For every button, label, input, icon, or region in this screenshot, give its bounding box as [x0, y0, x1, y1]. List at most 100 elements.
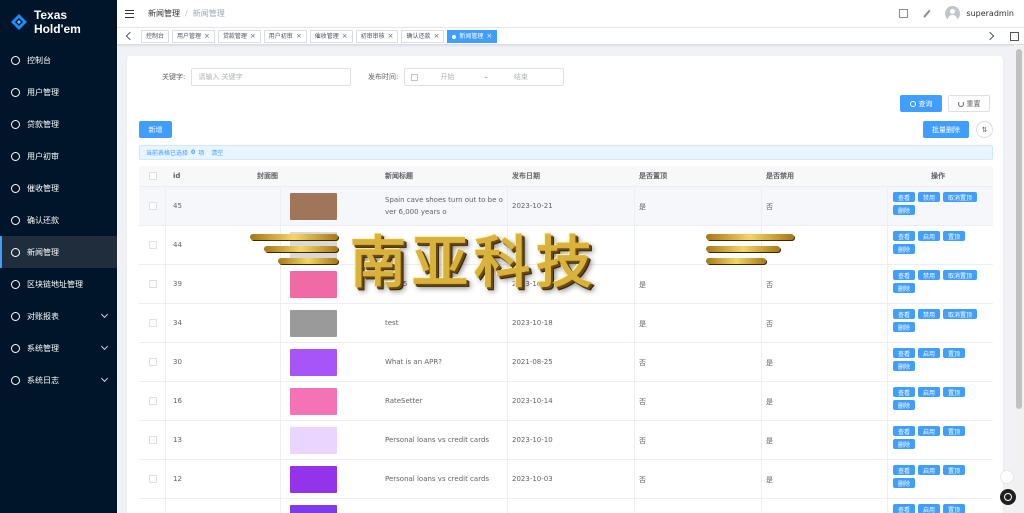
action-button[interactable]: 禁用 [918, 192, 941, 202]
breadcrumb-item[interactable]: 新闻管理 [148, 9, 180, 18]
action-button[interactable]: 删除 [893, 244, 916, 254]
close-icon[interactable]: × [486, 31, 492, 42]
keyword-placeholder: 请输入 关键字 [198, 73, 243, 81]
action-button[interactable]: 禁用 [918, 270, 941, 280]
select-all-checkbox[interactable] [149, 172, 157, 180]
blockchain-icon [11, 279, 20, 289]
action-button[interactable]: 删除 [893, 478, 916, 488]
sidebar-item[interactable]: 催收管理 [0, 172, 117, 204]
row-actions: 查看 启用 置顶删除 [893, 231, 983, 254]
action-button[interactable]: 查看 [893, 192, 916, 202]
row-checkbox[interactable] [149, 241, 157, 249]
query-button[interactable]: 查询 [900, 95, 942, 112]
action-button[interactable]: 启用 [918, 387, 941, 397]
action-button[interactable]: 置顶 [943, 387, 966, 397]
avatar[interactable] [945, 6, 961, 21]
action-button[interactable]: 查看 [893, 309, 916, 319]
action-button[interactable]: 删除 [893, 283, 916, 293]
tab-tag[interactable]: 初审审核 × [355, 30, 399, 43]
action-button[interactable]: 查看 [893, 504, 916, 513]
row-checkbox[interactable] [149, 475, 157, 483]
watermark: 南亚科技 [246, 218, 798, 296]
pin-icon[interactable] [922, 9, 931, 18]
sidebar-item[interactable]: 新闻管理 [0, 236, 117, 268]
tab-tag[interactable]: 催收管理 × [309, 30, 353, 43]
action-button[interactable]: 启用 [918, 426, 941, 436]
row-checkbox[interactable] [149, 397, 157, 405]
float-help-icon[interactable] [1000, 470, 1014, 484]
row-checkbox[interactable] [149, 280, 157, 288]
hamburger-icon[interactable] [125, 9, 134, 18]
column-settings-button[interactable]: ⇅ [976, 121, 993, 138]
action-button[interactable]: 查看 [893, 348, 916, 358]
action-button[interactable]: 查看 [893, 387, 916, 397]
tab-tag[interactable]: 贷款管理 × [217, 30, 261, 43]
action-button[interactable]: 置顶 [943, 504, 966, 513]
row-checkbox[interactable] [149, 436, 157, 444]
action-button[interactable]: 删除 [893, 361, 916, 371]
action-button[interactable]: 取消置顶 [943, 192, 978, 202]
tab-tag[interactable]: 用户初审 × [263, 30, 307, 43]
close-icon[interactable]: × [296, 31, 302, 42]
row-checkbox[interactable] [149, 358, 157, 366]
clear-selection-link[interactable]: 清空 [211, 148, 223, 157]
action-button[interactable]: 删除 [893, 322, 916, 332]
action-button[interactable]: 禁用 [918, 309, 941, 319]
float-settings-icon[interactable] [1000, 489, 1016, 505]
sidebar-item[interactable]: 用户管理 [0, 76, 117, 108]
reset-button[interactable]: 重置 [948, 95, 990, 112]
user-name[interactable]: superadmin [966, 9, 1014, 18]
watermark-text: 南亚科技 [350, 230, 598, 296]
tab-tag[interactable]: 确认还款 × [401, 30, 445, 43]
sidebar-item[interactable]: 确认还款 [0, 204, 117, 236]
close-icon[interactable]: × [388, 31, 394, 42]
sidebar-item[interactable]: 用户初审 [0, 140, 117, 172]
action-button[interactable]: 启用 [918, 504, 941, 513]
action-button[interactable]: 删除 [893, 205, 916, 215]
sidebar-item[interactable]: 贷款管理 [0, 108, 117, 140]
close-icon[interactable]: × [433, 31, 439, 42]
chevron-left-icon[interactable] [125, 31, 135, 41]
action-button[interactable]: 启用 [918, 348, 941, 358]
action-button[interactable]: 置顶 [943, 426, 966, 436]
close-icon[interactable]: × [250, 31, 256, 42]
action-button[interactable]: 取消置顶 [943, 270, 978, 280]
col-id[interactable]: id [173, 172, 180, 180]
sidebar-item[interactable]: 系统日志 [0, 364, 117, 396]
row-checkbox[interactable] [149, 202, 157, 210]
action-button[interactable]: 启用 [918, 465, 941, 475]
page-scrollbar[interactable] [1014, 45, 1024, 513]
chevron-right-icon[interactable] [985, 31, 995, 41]
sidebar-item[interactable]: 区块链地址管理 [0, 268, 117, 300]
keyword-input[interactable]: 请输入 关键字 [191, 68, 352, 86]
action-button[interactable]: 置顶 [943, 348, 966, 358]
sidebar-item[interactable]: 系统管理 [0, 332, 117, 364]
sidebar-item[interactable]: 对账报表 [0, 300, 117, 332]
action-button[interactable]: 查看 [893, 270, 916, 280]
action-button[interactable]: 查看 [893, 426, 916, 436]
sidebar-item[interactable]: 控制台 [0, 44, 117, 76]
tab-tag[interactable]: 用户管理 × [172, 30, 215, 43]
fullscreen-icon[interactable] [899, 9, 909, 18]
tab-tag[interactable]: 控制台 [141, 30, 170, 43]
action-button[interactable]: 删除 [893, 400, 916, 410]
close-icon[interactable]: × [342, 31, 348, 42]
column-divider [634, 343, 635, 381]
scrollbar-thumb[interactable] [1016, 49, 1022, 409]
add-button[interactable]: 新增 [139, 121, 172, 138]
action-button[interactable]: 置顶 [943, 231, 966, 241]
batch-delete-button[interactable]: 批量删除 [923, 121, 969, 138]
column-divider [761, 460, 762, 498]
expand-icon[interactable] [1010, 32, 1019, 41]
date-range-picker[interactable]: 开始 – 结束 [404, 68, 565, 86]
action-button[interactable]: 启用 [918, 231, 941, 241]
action-button[interactable]: 置顶 [943, 465, 966, 475]
close-icon[interactable]: × [204, 31, 210, 42]
action-button[interactable]: 查看 [893, 231, 916, 241]
cell-top: 是 [639, 203, 646, 211]
row-checkbox[interactable] [149, 319, 157, 327]
action-button[interactable]: 取消置顶 [943, 309, 978, 319]
tab-tag[interactable]: 新闻管理 × [447, 30, 498, 43]
action-button[interactable]: 查看 [893, 465, 916, 475]
action-button[interactable]: 删除 [893, 439, 916, 449]
